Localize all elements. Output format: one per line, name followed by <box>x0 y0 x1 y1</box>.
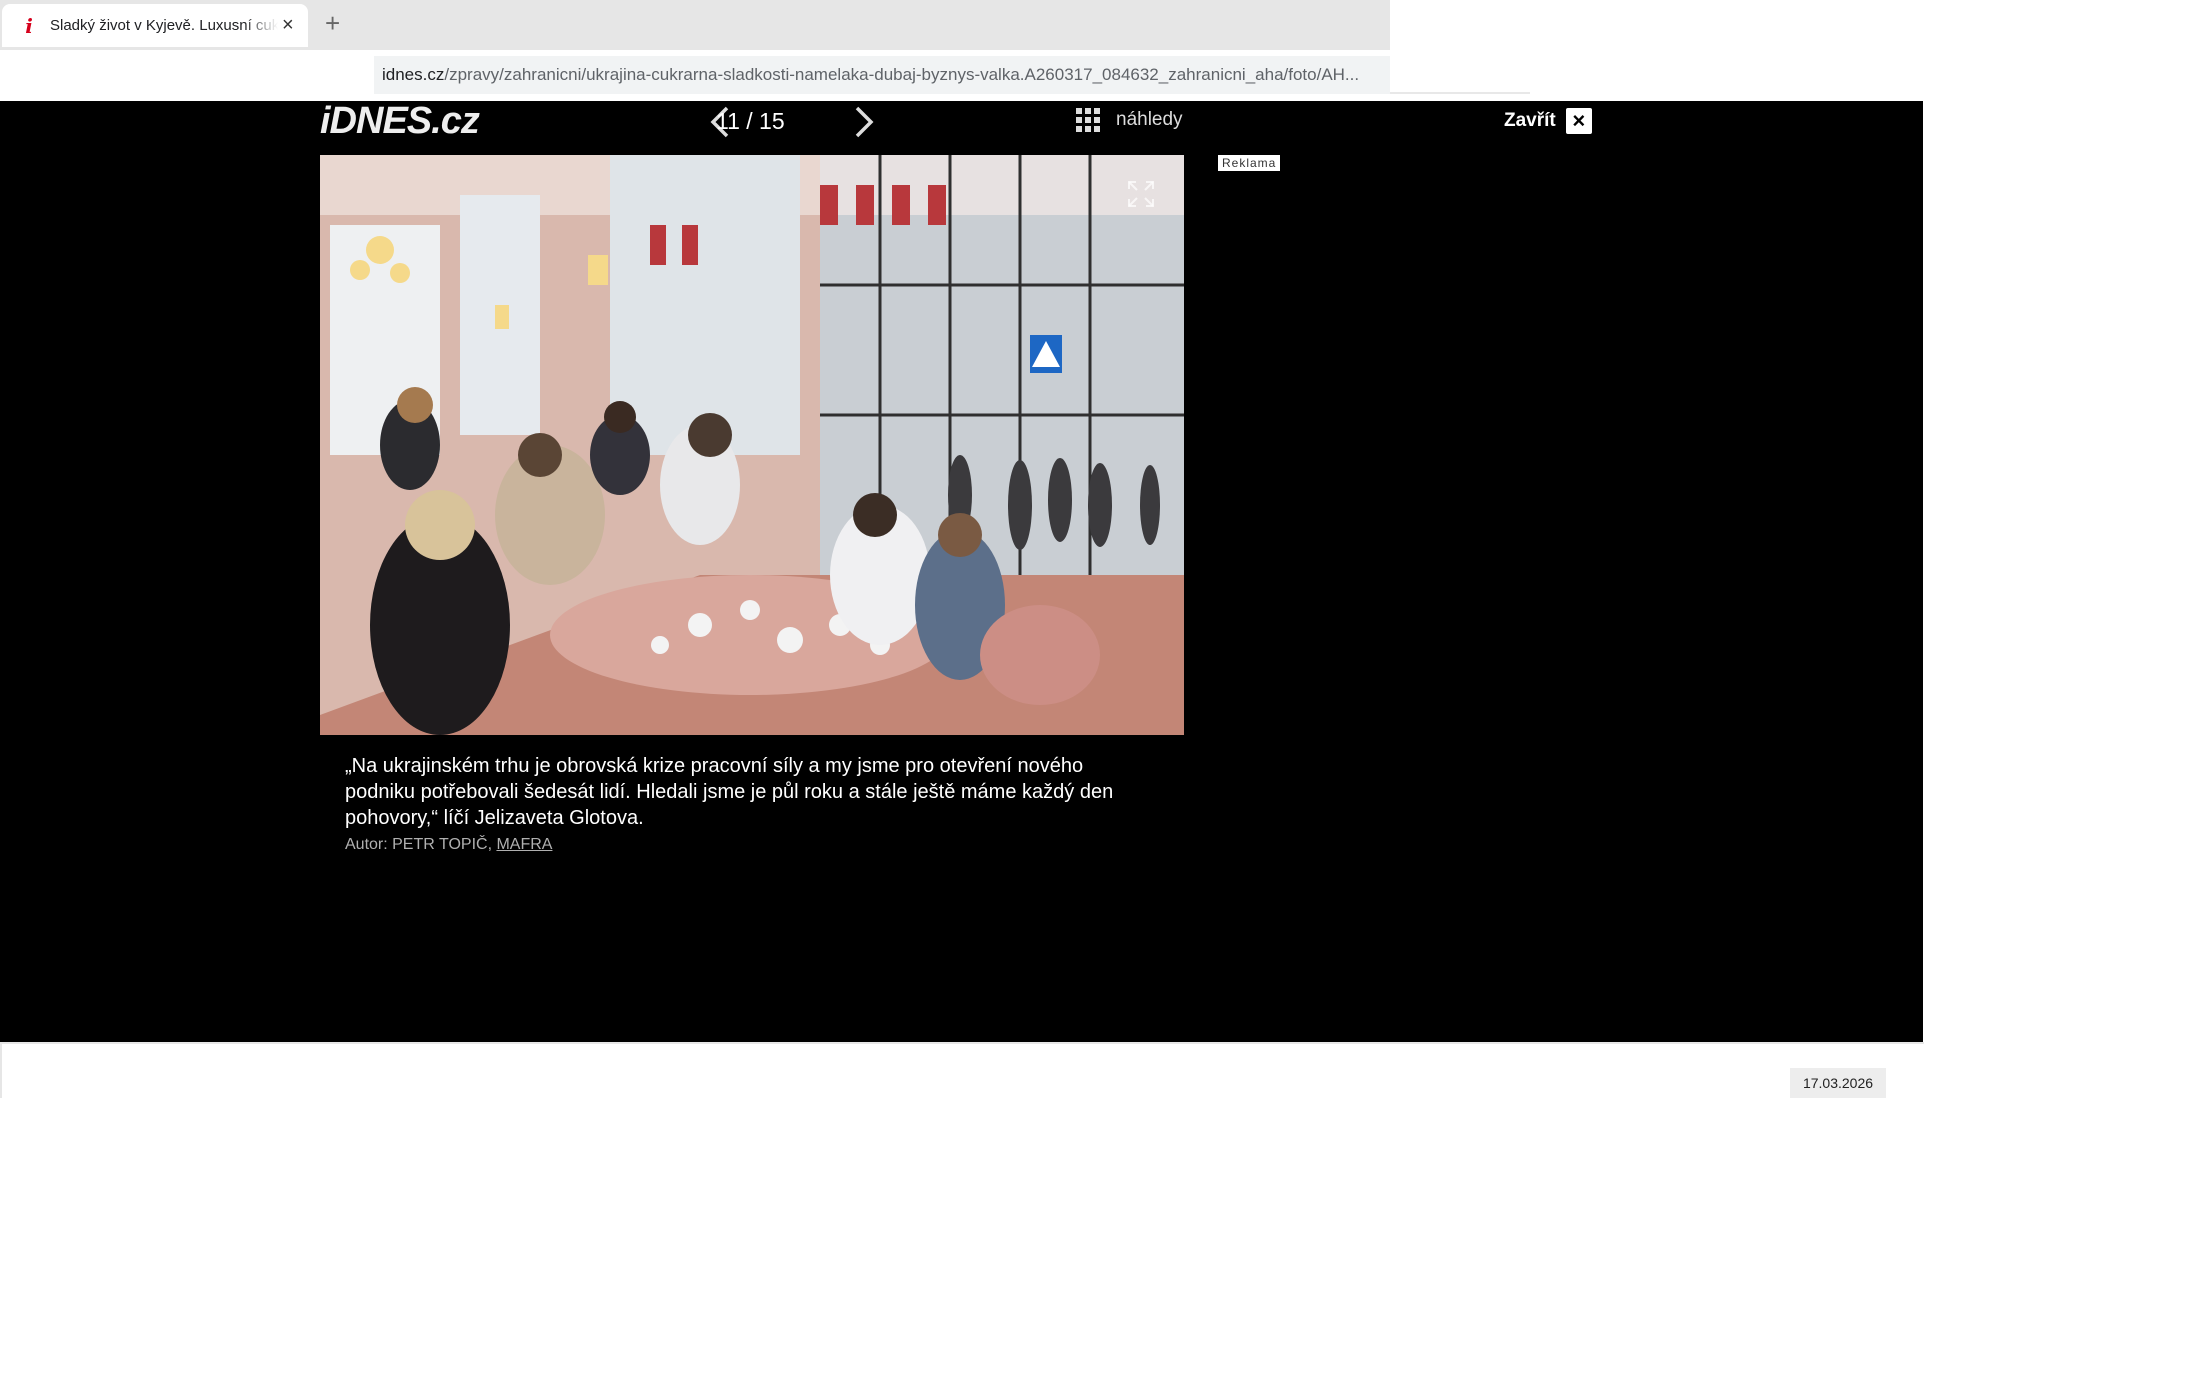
tab-title: Sladký život v Kyjevě. Luxusní cukrárna <box>50 17 278 34</box>
address-bar[interactable]: idnes.cz/zpravy/zahranicni/ukrajina-cukr… <box>374 56 1390 94</box>
new-tab-plus-icon[interactable]: + <box>325 8 340 39</box>
close-icon: × <box>1565 108 1592 134</box>
cafe-photo-illustration <box>320 155 1184 735</box>
page-divider <box>0 1042 1924 1044</box>
browser-tab[interactable]: i Sladký život v Kyjevě. Luxusní cukrárn… <box>2 4 308 47</box>
credit-prefix: Autor: PETR TOPIČ, <box>345 836 497 853</box>
photo-counter: 11 / 15 <box>716 108 785 134</box>
expand-icon <box>1128 181 1154 207</box>
url-host: idnes.cz <box>382 65 445 84</box>
photo-credit: Autor: PETR TOPIČ, MAFRA <box>345 836 552 854</box>
date-badge: 17.03.2026 <box>1790 1068 1886 1098</box>
close-gallery-button[interactable]: Zavřít × <box>1504 108 1592 134</box>
thumbnails-label: náhledy <box>1116 109 1183 130</box>
credit-source-link[interactable]: MAFRA <box>496 836 552 853</box>
site-favicon-icon: i <box>25 13 33 38</box>
browser-tabstrip: i Sladký život v Kyjevě. Luxusní cukrárn… <box>0 0 1390 50</box>
tab-close-icon[interactable]: × <box>282 14 294 37</box>
advertisement-label: Reklama <box>1218 155 1281 171</box>
gallery-photo <box>320 155 1184 735</box>
next-photo-button[interactable] <box>844 102 884 142</box>
chevron-right-icon <box>855 106 874 138</box>
page-left-border <box>0 1042 2 1098</box>
fullscreen-button[interactable] <box>1121 174 1161 214</box>
grid-icon <box>1076 108 1100 132</box>
thumbnails-button[interactable]: náhledy <box>1076 108 1183 132</box>
photo-caption: „Na ukrajinském trhu je obrovská krize p… <box>345 755 1114 829</box>
address-bar-divider <box>1390 92 1530 94</box>
url-path: /zpravy/zahranicni/ukrajina-cukrarna-sla… <box>444 65 1360 84</box>
site-logo[interactable]: iDNES.cz <box>320 100 480 143</box>
close-label: Zavřít <box>1504 110 1556 131</box>
